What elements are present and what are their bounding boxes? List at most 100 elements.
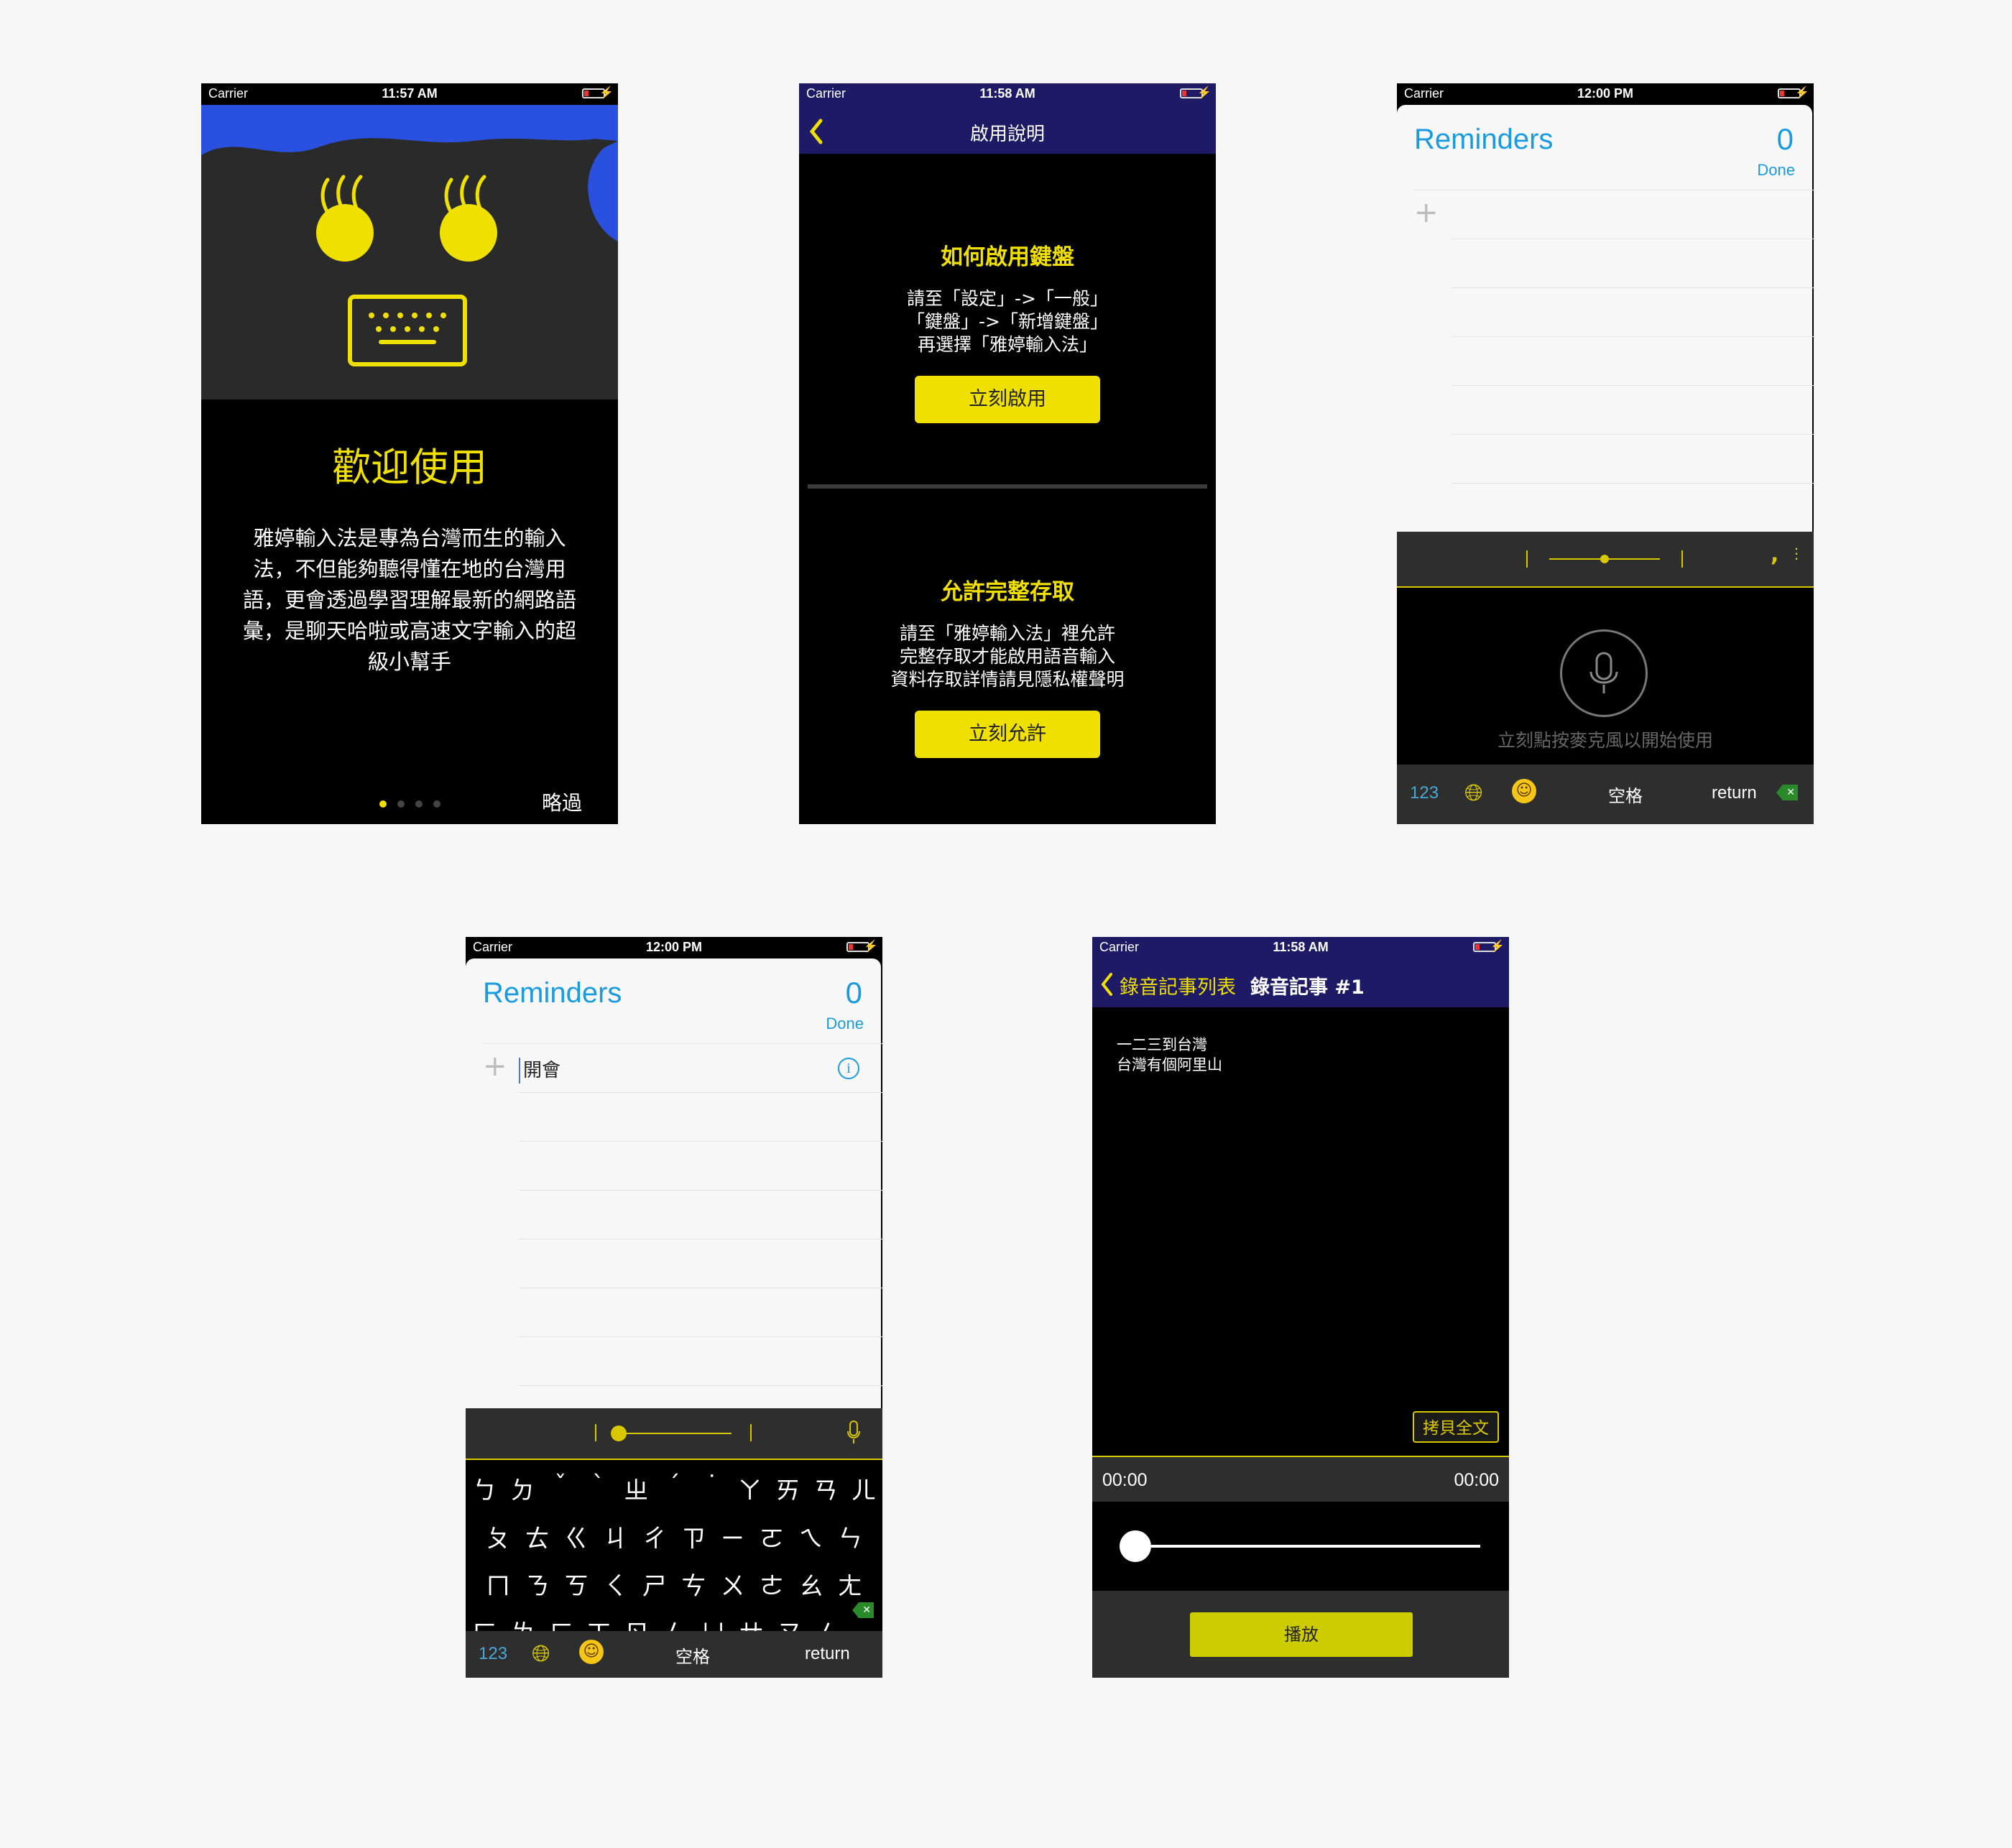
back-button[interactable]: 錄音記事列表 [1120, 971, 1236, 999]
skip-button[interactable]: 略過 [542, 787, 582, 816]
clock: 12:00 PM [1577, 86, 1634, 101]
key[interactable]: ˇ [541, 1471, 579, 1506]
more-punctuation-icon[interactable]: ⋮ [1789, 545, 1804, 562]
key[interactable]: ㄅ [466, 1471, 504, 1506]
clock: 11:57 AM [382, 86, 438, 101]
key[interactable]: ㄨ [713, 1566, 752, 1602]
add-icon[interactable]: + [483, 1052, 507, 1081]
key[interactable]: ㄉ [504, 1471, 542, 1506]
enable-line: 「鍵盤」->「新增鍵盤」 [907, 311, 1108, 332]
key[interactable]: ㄕ [635, 1566, 674, 1602]
reminders-sheet [466, 958, 881, 1408]
copy-all-button[interactable]: 拷貝全文 [1413, 1411, 1499, 1443]
key[interactable]: ㄓ [617, 1471, 655, 1506]
playback-slider-knob[interactable] [1120, 1530, 1151, 1562]
key[interactable]: ㄜ [752, 1566, 791, 1602]
page-dots[interactable] [379, 800, 451, 809]
add-icon[interactable]: + [1414, 198, 1439, 227]
numbers-key[interactable]: 123 [1410, 783, 1439, 803]
emoji-key-icon[interactable]: ☺ [1512, 779, 1536, 803]
mic-hint: 立刻點按麥克風以開始使用 [1497, 730, 1713, 751]
row-divider [519, 1092, 882, 1093]
key[interactable]: ㄞ [769, 1471, 807, 1506]
key[interactable]: ㄠ [791, 1566, 830, 1602]
status-bar: Carrier 11:58 AM ⚡ [799, 83, 1216, 105]
return-key[interactable]: return [805, 1644, 850, 1664]
back-chevron-icon[interactable] [1099, 971, 1114, 997]
row-divider [1452, 336, 1814, 337]
keyboard-bottom-row: 123 🌐︎ ☺ 空格 return [466, 1631, 882, 1678]
info-icon[interactable]: i [838, 1058, 859, 1079]
player-controls: 播放 [1092, 1591, 1509, 1678]
key[interactable]: ㄢ [807, 1471, 845, 1506]
row-divider [519, 1141, 882, 1142]
enable-now-button[interactable]: 立刻啟用 [915, 376, 1100, 423]
zhuyin-row-1: ㄅㄉ ˇ ˋ ㄓ ˊ ˙ ㄚㄞㄢㄦ [466, 1471, 882, 1506]
key[interactable]: ㄑ [596, 1566, 634, 1602]
key[interactable]: ㄋ [517, 1566, 556, 1602]
globe-icon[interactable]: 🌐︎ [532, 1640, 550, 1668]
keyboard-bottom-row: 123 🌐︎ ☺ 空格 return ✕ [1397, 764, 1814, 824]
reminders-sheet [1397, 105, 1812, 532]
done-button[interactable]: Done [826, 1015, 864, 1033]
page-dot [397, 800, 405, 808]
reminders-count: 0 [1776, 122, 1794, 156]
reminders-zhuyin-screen: Carrier 12:00 PM ⚡ Reminders 0 Done + 開會 i… [466, 937, 882, 1678]
globe-icon[interactable]: 🌐︎ [1464, 779, 1483, 807]
key[interactable]: ˋ [579, 1471, 617, 1506]
done-button[interactable]: Done [1757, 161, 1795, 180]
key[interactable]: ㄛ [752, 1519, 791, 1554]
return-key[interactable]: return [1712, 783, 1757, 803]
key[interactable]: ˙ [693, 1471, 731, 1506]
zhuyin-row-3: ㄇㄋㄎㄑㄕㄘㄨㄜㄠㄤ [479, 1566, 869, 1602]
charging-icon: ⚡ [1795, 87, 1809, 99]
key[interactable]: ㄣ [831, 1519, 869, 1554]
key[interactable]: ㄎ [557, 1566, 596, 1602]
key[interactable]: ㄧ [713, 1519, 752, 1554]
charging-icon: ⚡ [1197, 87, 1212, 99]
play-button[interactable]: 播放 [1190, 1612, 1413, 1657]
clock: 11:58 AM [979, 86, 1035, 101]
key[interactable]: ㄆ [479, 1519, 517, 1554]
key[interactable]: ㄚ [731, 1471, 769, 1506]
key[interactable]: ㄐ [596, 1519, 634, 1554]
toolbar-divider [595, 1424, 596, 1441]
playback-slider[interactable] [1121, 1545, 1480, 1548]
reminders-count: 0 [845, 976, 862, 1010]
key[interactable]: ㄦ [844, 1471, 882, 1506]
microphone-button[interactable] [1560, 629, 1648, 717]
charging-icon: ⚡ [1490, 941, 1505, 953]
key[interactable]: ˊ [655, 1471, 693, 1506]
key[interactable]: ㄔ [635, 1519, 674, 1554]
reminders-title: Reminders [1414, 124, 1554, 155]
cursor-slider[interactable] [617, 1433, 732, 1434]
enable-instructions: 請至「設定」->「一般」 「鍵盤」->「新增鍵盤」 再選擇「雅婷輸入法」 [799, 287, 1216, 356]
key[interactable]: ㄍ [557, 1519, 596, 1554]
backspace-icon[interactable]: ✕ [1776, 785, 1798, 800]
welcome-body-line: 級小幫手 [367, 650, 451, 674]
charging-icon: ⚡ [599, 87, 614, 99]
status-bar: Carrier 12:00 PM ⚡ [1397, 83, 1814, 105]
cursor-slider-knob[interactable] [611, 1426, 627, 1441]
numbers-key[interactable]: 123 [479, 1644, 507, 1664]
status-bar: Carrier 11:58 AM ⚡ [1092, 937, 1509, 958]
key[interactable]: ㄤ [831, 1566, 869, 1602]
cursor-slider-knob[interactable] [1600, 555, 1609, 563]
key[interactable]: ㄟ [791, 1519, 830, 1554]
key[interactable]: ㄘ [674, 1566, 713, 1602]
key[interactable]: ㄇ [479, 1566, 517, 1602]
emoji-key-icon[interactable]: ☺ [579, 1640, 604, 1664]
punctuation-key[interactable]: , [1771, 542, 1778, 567]
reminder-item-input[interactable]: 開會 [519, 1058, 811, 1084]
space-key[interactable]: 空格 [675, 1643, 710, 1668]
key[interactable]: ㄊ [517, 1519, 556, 1554]
microphone-icon[interactable] [846, 1420, 861, 1446]
space-key[interactable]: 空格 [1608, 782, 1643, 807]
backspace-icon[interactable]: ✕ [852, 1602, 874, 1618]
row-divider [1452, 287, 1814, 288]
hero-art [201, 105, 618, 366]
welcome-body-line: 雅婷輸入法是專為台灣而生的輸入 [253, 526, 566, 550]
allow-now-button[interactable]: 立刻允許 [915, 711, 1100, 758]
enable-section-title: 如何啟用鍵盤 [941, 244, 1074, 270]
key[interactable]: ㄗ [674, 1519, 713, 1554]
